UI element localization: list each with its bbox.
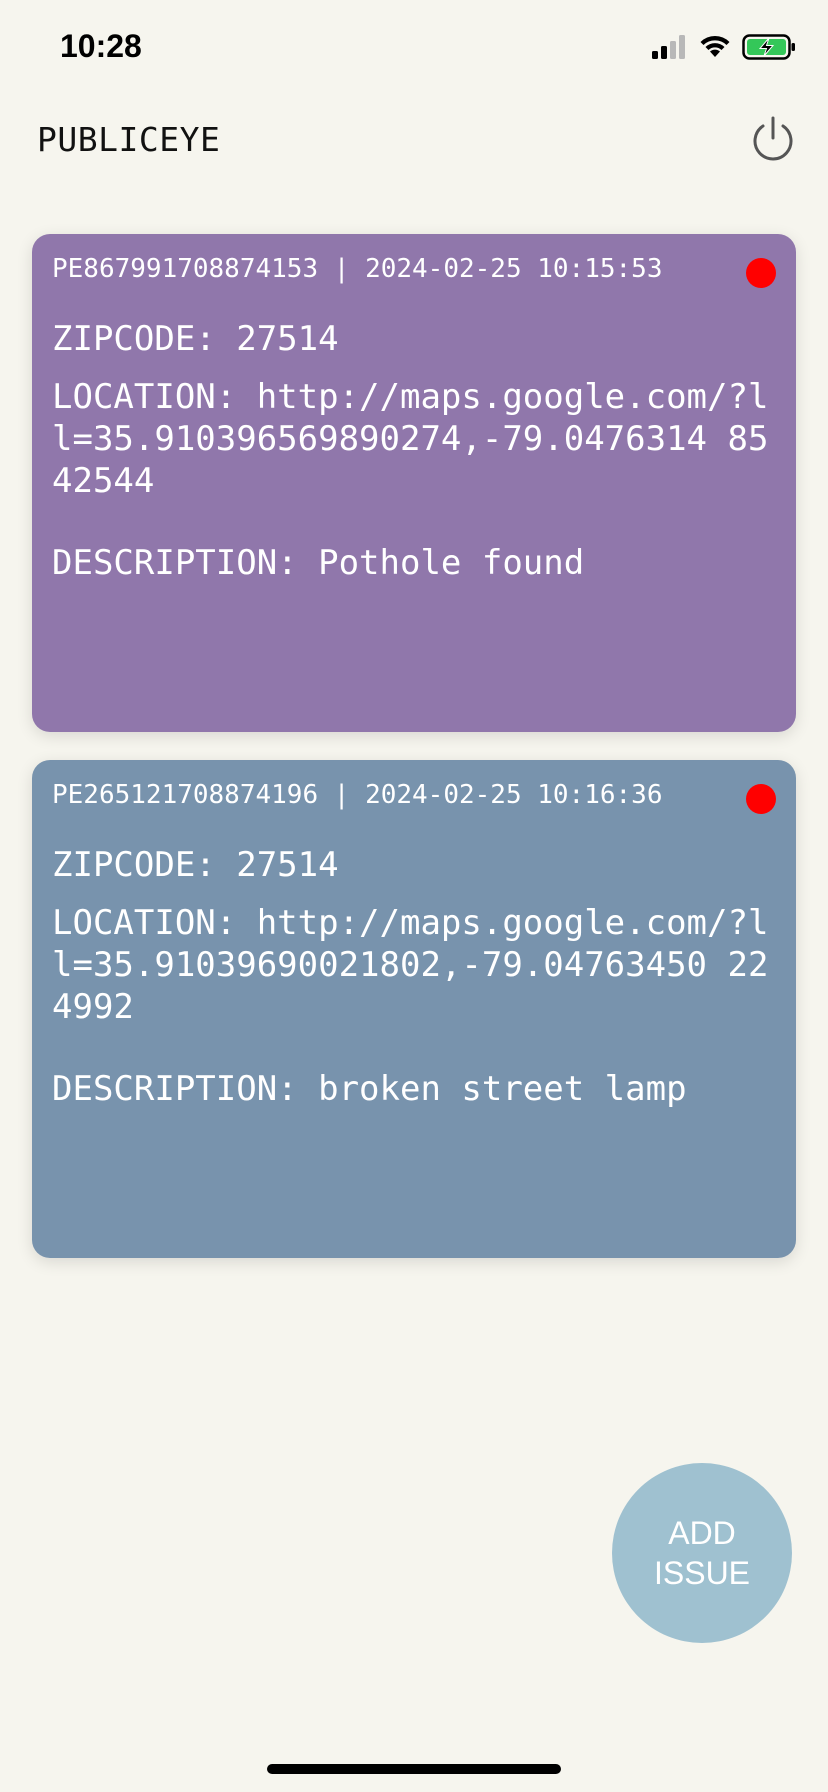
issue-location: LOCATION: http://maps.google.com/?ll=35.…: [52, 377, 769, 501]
issue-card[interactable]: PE265121708874196 | 2024-02-25 10:16:36 …: [32, 760, 796, 1258]
issue-description: DESCRIPTION: broken street lamp: [52, 1069, 687, 1109]
app-header: PUBLICEYE: [0, 110, 828, 170]
status-icons: [652, 34, 796, 64]
issue-card[interactable]: PE867991708874153 | 2024-02-25 10:15:53 …: [32, 234, 796, 732]
power-icon: [753, 116, 793, 161]
battery-charging-icon: [742, 34, 796, 64]
issue-id-timestamp: PE867991708874153 | 2024-02-25 10:15:53: [52, 254, 663, 284]
add-issue-button[interactable]: ADD ISSUE: [612, 1463, 792, 1643]
issue-location: LOCATION: http://maps.google.com/?ll=35.…: [52, 903, 769, 1027]
app-title: PUBLICEYE: [37, 120, 221, 159]
status-indicator: [746, 784, 776, 814]
issue-zipcode: ZIPCODE: 27514: [52, 319, 339, 359]
status-bar: 10:28: [0, 0, 828, 100]
home-indicator[interactable]: [267, 1764, 561, 1774]
issue-description: DESCRIPTION: Pothole found: [52, 543, 585, 583]
power-button[interactable]: [748, 114, 798, 164]
wifi-icon: [698, 35, 732, 63]
status-time: 10:28: [60, 28, 142, 64]
cellular-signal-icon: [652, 35, 688, 63]
issue-id-timestamp: PE265121708874196 | 2024-02-25 10:16:36: [52, 780, 663, 810]
issue-zipcode: ZIPCODE: 27514: [52, 845, 339, 885]
issue-list: PE867991708874153 | 2024-02-25 10:15:53 …: [0, 212, 828, 1298]
status-indicator: [746, 258, 776, 288]
